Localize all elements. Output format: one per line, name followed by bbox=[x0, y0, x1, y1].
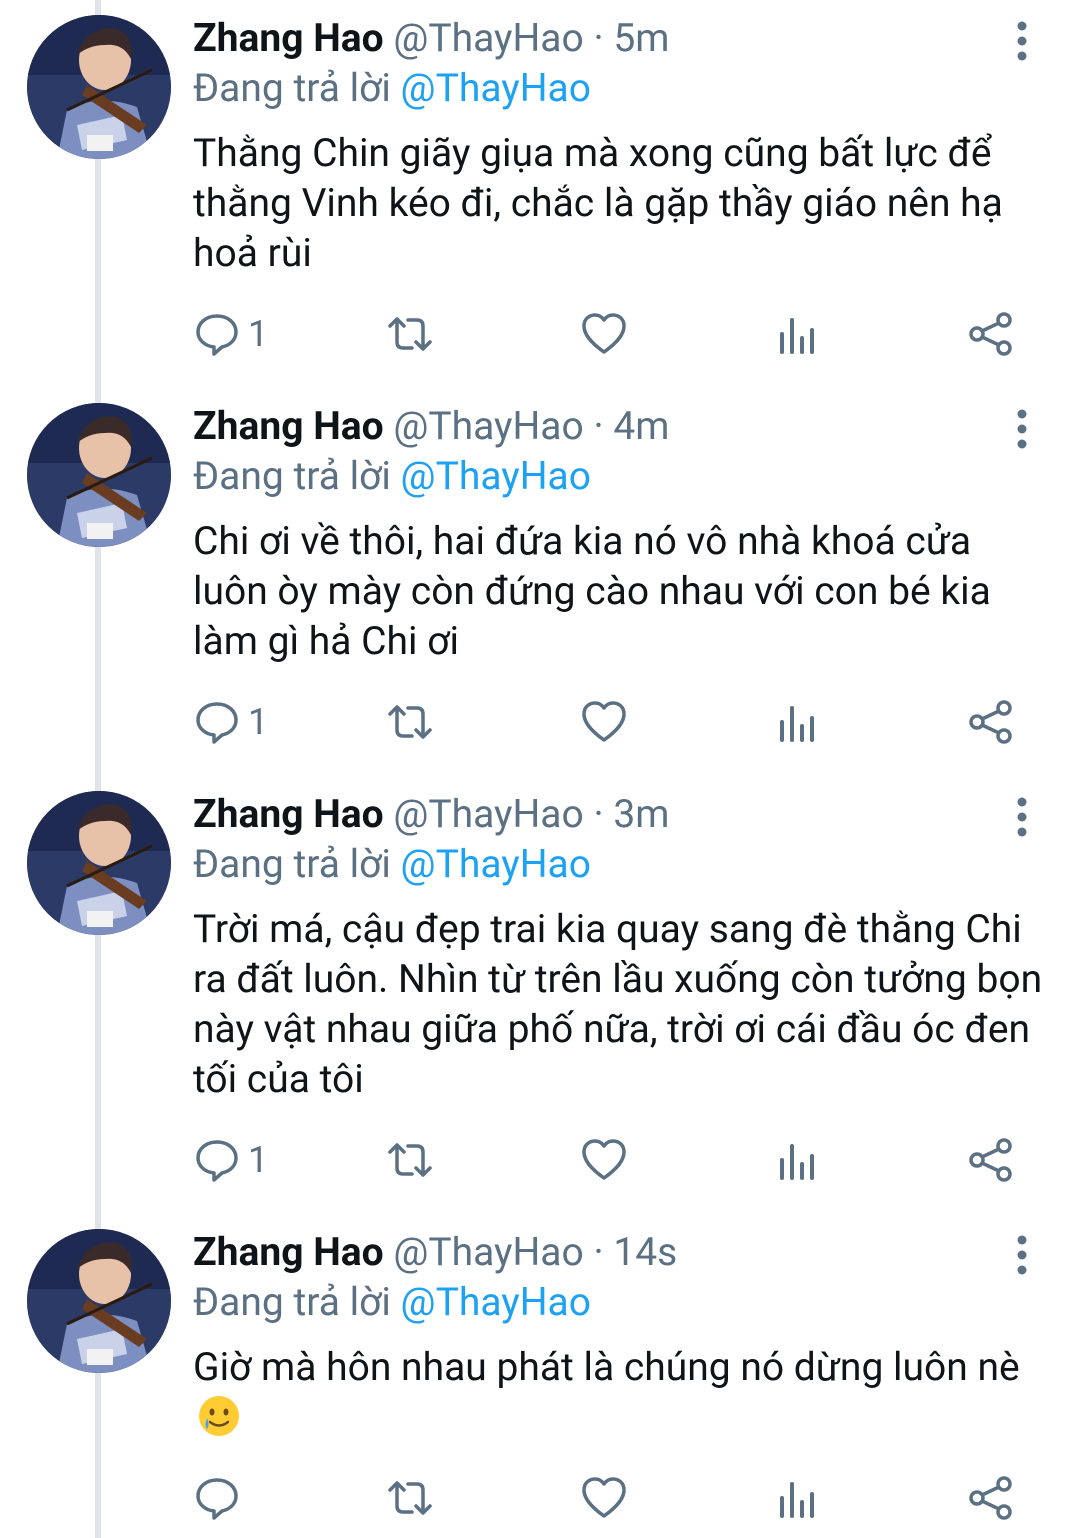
user-handle[interactable]: @ThayHao bbox=[393, 403, 583, 449]
analytics-icon[interactable] bbox=[773, 698, 821, 746]
share-icon[interactable] bbox=[967, 310, 1015, 358]
tweet[interactable]: Zhang Hao @ThayHao · 3m Đang trả lời @Th… bbox=[0, 776, 1080, 1214]
like-icon[interactable] bbox=[580, 698, 628, 746]
mention-link[interactable]: @ThayHao bbox=[401, 841, 591, 887]
replying-to: Đang trả lời @ThayHao bbox=[193, 64, 591, 112]
timestamp[interactable]: 4m bbox=[613, 403, 669, 449]
avatar[interactable] bbox=[27, 403, 171, 547]
retweet-icon[interactable] bbox=[386, 698, 434, 746]
separator-dot: · bbox=[593, 791, 604, 837]
mention-link[interactable]: @ThayHao bbox=[401, 65, 591, 111]
reply-icon[interactable] bbox=[193, 1474, 241, 1522]
replying-to-label: Đang trả lời bbox=[193, 841, 391, 887]
smiling-face-with-tear-emoji bbox=[197, 1394, 241, 1438]
more-vertical-icon[interactable] bbox=[1006, 796, 1038, 838]
tweet-header: Zhang Hao @ThayHao · 3m bbox=[193, 790, 669, 838]
retweet-icon[interactable] bbox=[386, 310, 434, 358]
display-name[interactable]: Zhang Hao bbox=[193, 1229, 384, 1275]
tweet-text: Thằng Chin giãy giụa mà xong cũng bất lự… bbox=[193, 130, 1003, 276]
avatar[interactable] bbox=[27, 1229, 171, 1373]
reply-count: 1 bbox=[248, 701, 269, 743]
analytics-icon[interactable] bbox=[773, 310, 821, 358]
more-vertical-icon[interactable] bbox=[1006, 1234, 1038, 1276]
display-name[interactable]: Zhang Hao bbox=[193, 403, 384, 449]
user-handle[interactable]: @ThayHao bbox=[393, 791, 583, 837]
display-name[interactable]: Zhang Hao bbox=[193, 15, 384, 61]
tweet-header: Zhang Hao @ThayHao · 14s bbox=[193, 1228, 677, 1276]
more-vertical-icon[interactable] bbox=[1006, 408, 1038, 450]
display-name[interactable]: Zhang Hao bbox=[193, 791, 384, 837]
replying-to: Đang trả lời @ThayHao bbox=[193, 1278, 591, 1326]
tweet-header: Zhang Hao @ThayHao · 5m bbox=[193, 14, 669, 62]
analytics-icon[interactable] bbox=[773, 1136, 821, 1184]
like-icon[interactable] bbox=[580, 310, 628, 358]
replying-to: Đang trả lời @ThayHao bbox=[193, 452, 591, 500]
timestamp[interactable]: 14s bbox=[613, 1229, 677, 1275]
tweet-text: Giờ mà hôn nhau phát là chúng nó dừng lu… bbox=[193, 1344, 1020, 1390]
like-icon[interactable] bbox=[580, 1136, 628, 1184]
replying-to-label: Đang trả lời bbox=[193, 65, 391, 111]
timestamp[interactable]: 5m bbox=[613, 15, 669, 61]
tweet-header: Zhang Hao @ThayHao · 4m bbox=[193, 402, 669, 450]
mention-link[interactable]: @ThayHao bbox=[401, 453, 591, 499]
avatar[interactable] bbox=[27, 791, 171, 935]
retweet-icon[interactable] bbox=[386, 1474, 434, 1522]
tweet[interactable]: Zhang Hao @ThayHao · 5m Đang trả lời @Th… bbox=[0, 0, 1080, 388]
retweet-icon[interactable] bbox=[386, 1136, 434, 1184]
tweet-text: Chi ơi về thôi, hai đứa kia nó vô nhà kh… bbox=[193, 518, 991, 664]
separator-dot: · bbox=[593, 1229, 604, 1275]
user-handle[interactable]: @ThayHao bbox=[393, 1229, 583, 1275]
tweet-text: Trời má, cậu đẹp trai kia quay sang đè t… bbox=[193, 906, 1043, 1102]
replying-to: Đang trả lời @ThayHao bbox=[193, 840, 591, 888]
reply-icon[interactable] bbox=[193, 698, 241, 746]
separator-dot: · bbox=[593, 403, 604, 449]
reply-count: 1 bbox=[248, 313, 269, 355]
user-handle[interactable]: @ThayHao bbox=[393, 15, 583, 61]
like-icon[interactable] bbox=[580, 1474, 628, 1522]
tweet[interactable]: Zhang Hao @ThayHao · 4m Đang trả lời @Th… bbox=[0, 388, 1080, 776]
more-vertical-icon[interactable] bbox=[1006, 20, 1038, 62]
analytics-icon[interactable] bbox=[773, 1474, 821, 1522]
tweet[interactable]: Zhang Hao @ThayHao · 14s Đang trả lời @T… bbox=[0, 1214, 1080, 1538]
avatar[interactable] bbox=[27, 15, 171, 159]
replying-to-label: Đang trả lời bbox=[193, 453, 391, 499]
share-icon[interactable] bbox=[967, 1474, 1015, 1522]
timestamp[interactable]: 3m bbox=[613, 791, 669, 837]
replying-to-label: Đang trả lời bbox=[193, 1279, 391, 1325]
mention-link[interactable]: @ThayHao bbox=[401, 1279, 591, 1325]
separator-dot: · bbox=[593, 15, 604, 61]
tweet-text-container: Giờ mà hôn nhau phát là chúng nó dừng lu… bbox=[193, 1342, 1053, 1442]
share-icon[interactable] bbox=[967, 698, 1015, 746]
reply-icon[interactable] bbox=[193, 1136, 241, 1184]
share-icon[interactable] bbox=[967, 1136, 1015, 1184]
reply-icon[interactable] bbox=[193, 310, 241, 358]
reply-count: 1 bbox=[248, 1139, 269, 1181]
